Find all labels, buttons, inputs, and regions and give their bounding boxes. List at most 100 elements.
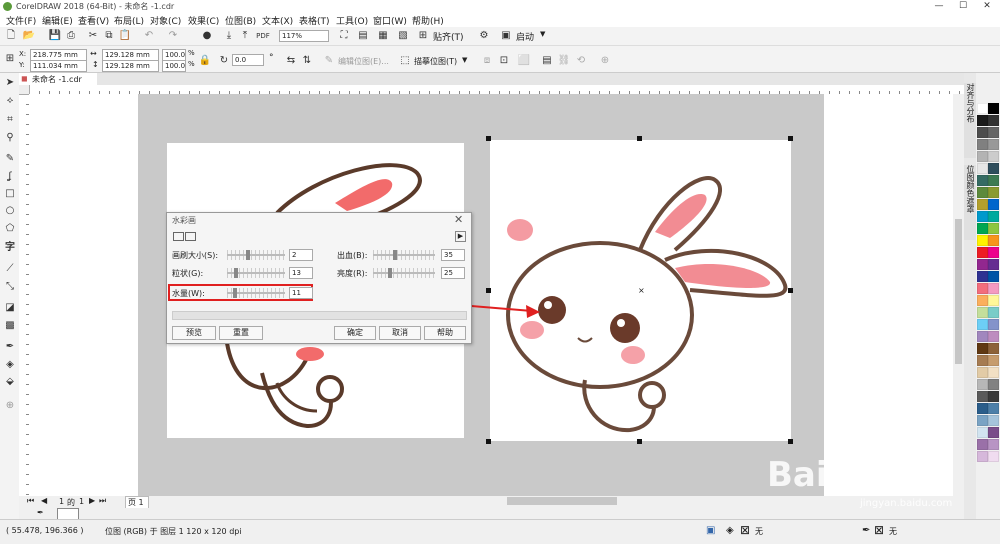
save-icon[interactable]: 💾: [48, 29, 62, 43]
eyedropper-small-icon[interactable]: ✒: [37, 508, 44, 517]
menu-view[interactable]: 查看(V): [78, 14, 109, 27]
trace-bitmap-icon[interactable]: ⬚: [398, 54, 412, 68]
palette-swatch[interactable]: [988, 235, 999, 246]
palette-swatch[interactable]: [977, 103, 988, 114]
add-icon[interactable]: ⊕: [598, 54, 612, 68]
palette-swatch[interactable]: [977, 175, 988, 186]
expand-preview-icon[interactable]: ▶: [455, 231, 466, 242]
first-page-icon[interactable]: ⏮: [27, 496, 34, 506]
palette-swatch[interactable]: [977, 307, 988, 318]
palette-swatch[interactable]: [977, 331, 988, 342]
rectangle-tool-icon[interactable]: □: [3, 187, 17, 201]
palette-swatch[interactable]: [977, 163, 988, 174]
full-screen-icon[interactable]: ⛶: [337, 29, 351, 43]
smart-fill-icon[interactable]: ⬙: [3, 375, 17, 389]
prev-page-icon[interactable]: ◀: [41, 496, 47, 505]
pick-tool-icon[interactable]: ➤: [3, 76, 17, 90]
palette-swatch[interactable]: [977, 259, 988, 270]
palette-swatch[interactable]: [988, 175, 999, 186]
palette-swatch[interactable]: [988, 211, 999, 222]
last-page-icon[interactable]: ⏭: [99, 496, 106, 506]
palette-swatch[interactable]: [988, 403, 999, 414]
zoom-tool-icon[interactable]: ⚲: [3, 131, 17, 145]
preview-button[interactable]: 预览: [172, 326, 216, 340]
palette-swatch[interactable]: [988, 187, 999, 198]
slider-thumb[interactable]: [393, 250, 397, 260]
corel-connect-icon[interactable]: ●: [200, 29, 214, 43]
palette-swatch[interactable]: [977, 115, 988, 126]
palette-swatch[interactable]: [988, 451, 999, 462]
close-button[interactable]: ✕: [976, 0, 998, 13]
palette-swatch[interactable]: [977, 355, 988, 366]
slider-thumb[interactable]: [388, 268, 392, 278]
palette-swatch[interactable]: [988, 367, 999, 378]
eyedropper-icon[interactable]: ✒: [3, 340, 17, 354]
palette-swatch[interactable]: [977, 439, 988, 450]
palette-swatch[interactable]: [988, 271, 999, 282]
text-tool-icon[interactable]: 字: [3, 241, 17, 255]
bitmap-bounding-icon[interactable]: ⬜: [517, 54, 531, 68]
redo-icon[interactable]: ↷: [166, 29, 180, 43]
palette-swatch[interactable]: [988, 295, 999, 306]
palette-swatch[interactable]: [977, 295, 988, 306]
copy-icon[interactable]: ⧉: [102, 29, 116, 43]
palette-swatch[interactable]: [988, 391, 999, 402]
vertical-scrollbar[interactable]: [953, 94, 964, 496]
palette-swatch[interactable]: [988, 427, 999, 438]
chevron-down-icon[interactable]: ▼: [540, 30, 545, 38]
color-proof-icon[interactable]: ▣: [706, 525, 715, 536]
open-icon[interactable]: 📂: [22, 29, 36, 43]
palette-swatch[interactable]: [988, 139, 999, 150]
water-amount-slider[interactable]: [227, 288, 285, 298]
cut-icon[interactable]: ✂: [86, 29, 100, 43]
brightness-slider[interactable]: [373, 268, 435, 278]
menu-edit[interactable]: 编辑(E): [42, 14, 73, 27]
bleed-value[interactable]: 35: [441, 249, 465, 261]
add-tool-icon[interactable]: ⊕: [3, 399, 17, 413]
menu-effects[interactable]: 效果(C): [188, 14, 219, 27]
cancel-button[interactable]: 取消: [379, 326, 421, 340]
menu-tools[interactable]: 工具(O): [336, 14, 368, 27]
palette-swatch[interactable]: [988, 331, 999, 342]
slider-thumb[interactable]: [246, 250, 250, 260]
menu-bitmaps[interactable]: 位图(B): [225, 14, 256, 27]
palette-swatch[interactable]: [977, 391, 988, 402]
palette-swatch[interactable]: [988, 127, 999, 138]
palette-swatch[interactable]: [988, 415, 999, 426]
crop-bitmap-icon[interactable]: ⊡: [497, 54, 511, 68]
graininess-value[interactable]: 13: [289, 267, 313, 279]
paste-icon[interactable]: 📋: [118, 29, 132, 43]
ok-button[interactable]: 确定: [334, 326, 376, 340]
palette-swatch[interactable]: [977, 223, 988, 234]
menu-text[interactable]: 文本(X): [262, 14, 293, 27]
connector-tool-icon[interactable]: ⤡: [3, 280, 17, 294]
pdf-icon[interactable]: PDF: [256, 29, 270, 43]
palette-swatch[interactable]: [988, 223, 999, 234]
palette-swatch[interactable]: [988, 115, 999, 126]
snap-to-icon[interactable]: ⊞: [416, 29, 430, 43]
show-rulers-icon[interactable]: ▤: [356, 29, 370, 43]
water-amount-value[interactable]: 11: [289, 287, 313, 299]
launch-dropdown[interactable]: 启动: [516, 30, 534, 43]
show-grid-icon[interactable]: ▦: [376, 29, 390, 43]
selection-handle[interactable]: [486, 136, 491, 141]
palette-swatch[interactable]: [977, 367, 988, 378]
palette-swatch[interactable]: [988, 307, 999, 318]
menu-object[interactable]: 对象(C): [150, 14, 181, 27]
menu-layout[interactable]: 布局(L): [114, 14, 144, 27]
slider-thumb[interactable]: [233, 288, 237, 298]
mirror-horizontal-icon[interactable]: ⇆: [284, 54, 298, 68]
minimize-button[interactable]: —: [928, 0, 950, 13]
menu-help[interactable]: 帮助(H): [412, 14, 444, 27]
palette-swatch[interactable]: [977, 151, 988, 162]
outline-pen-icon[interactable]: ✒: [862, 525, 870, 536]
show-guidelines-icon[interactable]: ▧: [396, 29, 410, 43]
crop-tool-icon[interactable]: ⌗: [3, 113, 17, 127]
edit-bitmap-button[interactable]: 编辑位图(E)...: [338, 56, 389, 67]
selection-handle[interactable]: [486, 439, 491, 444]
palette-swatch[interactable]: [988, 103, 999, 114]
scale-y-field[interactable]: 100.0: [162, 60, 186, 72]
palette-swatch[interactable]: [988, 247, 999, 258]
palette-swatch[interactable]: [988, 379, 999, 390]
edit-bitmap-icon[interactable]: ✎: [322, 54, 336, 68]
